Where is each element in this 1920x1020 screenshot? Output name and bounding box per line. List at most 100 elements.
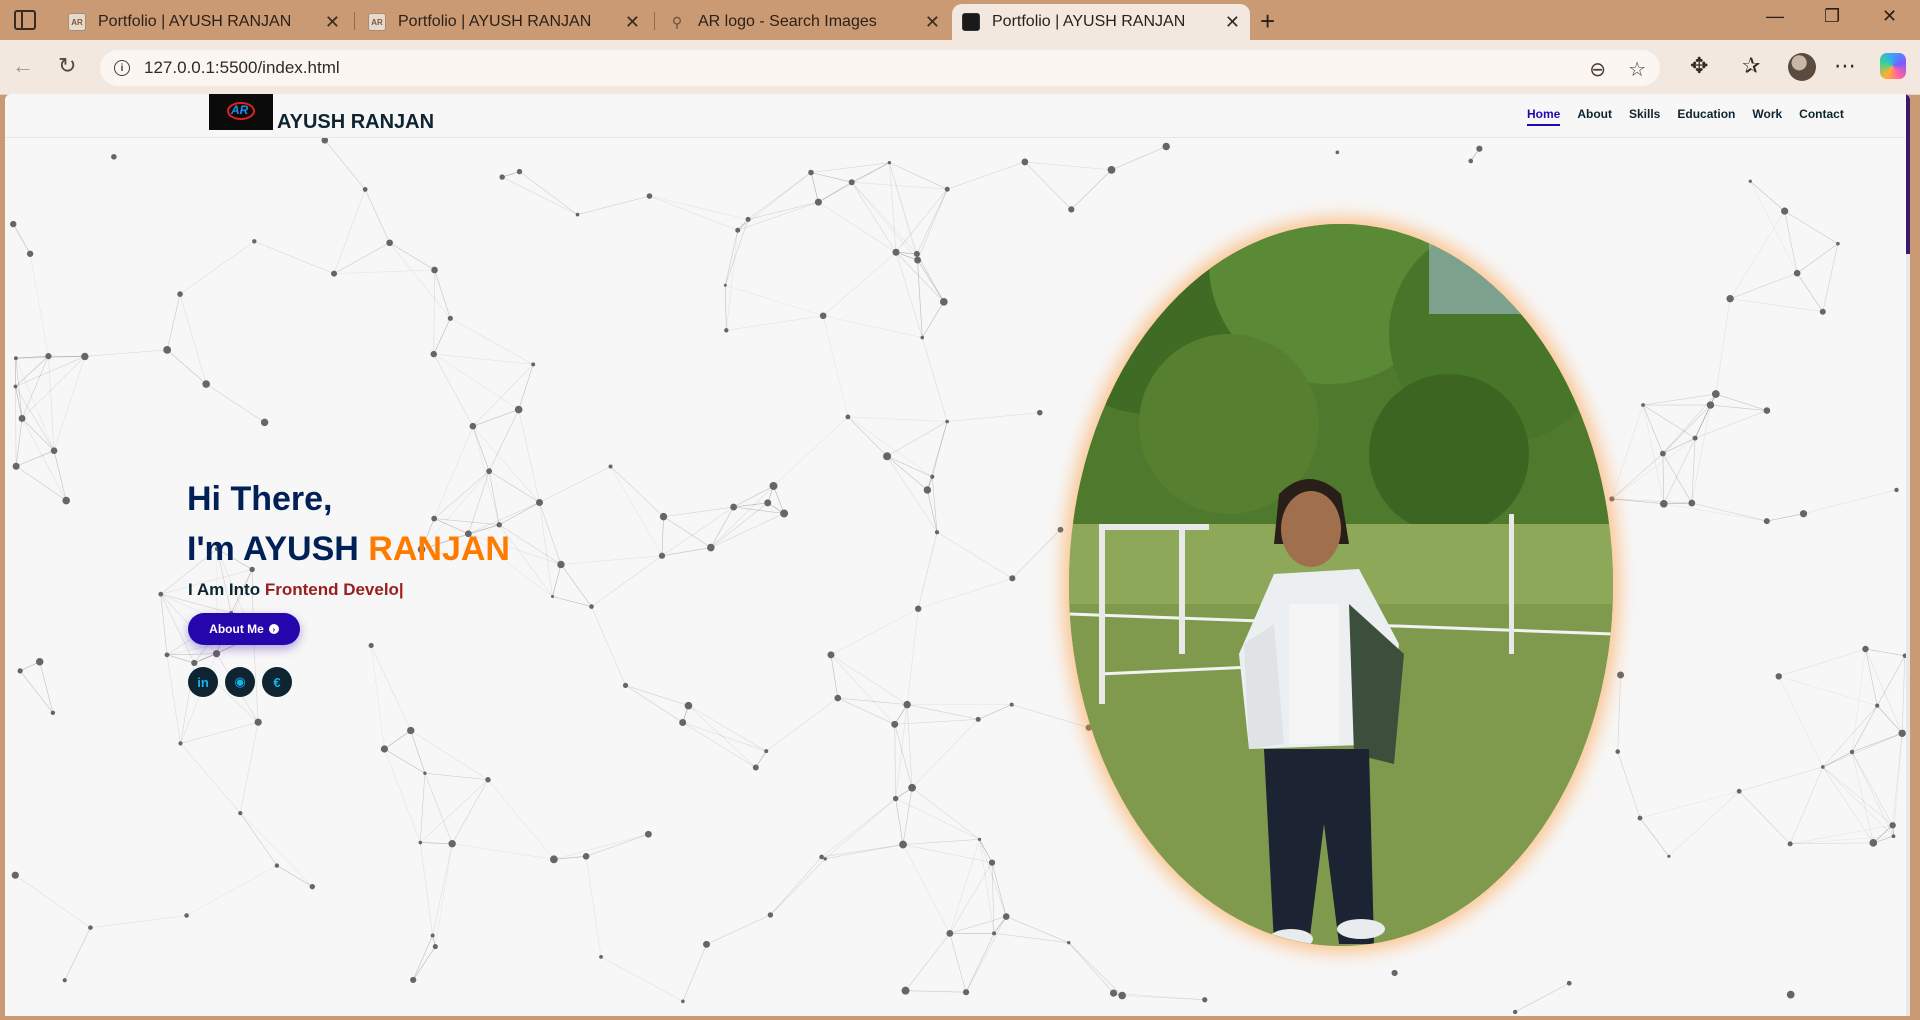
profile-avatar[interactable]: [1788, 53, 1816, 81]
close-icon[interactable]: ✕: [1225, 12, 1240, 33]
network-node: [430, 933, 435, 938]
network-node: [923, 486, 932, 494]
ar-logo-icon: AR: [68, 13, 86, 31]
network-node: [1891, 834, 1896, 839]
nav-education[interactable]: Education: [1677, 107, 1735, 126]
network-node: [679, 719, 687, 727]
window-close-icon[interactable]: ✕: [1882, 6, 1897, 27]
nav-work[interactable]: Work: [1752, 107, 1782, 126]
logo-text: AR: [231, 103, 249, 117]
network-node: [769, 481, 778, 490]
brand-name[interactable]: AYUSH RANJAN: [277, 111, 434, 134]
github-icon[interactable]: ◉: [225, 667, 255, 697]
url-text[interactable]: 127.0.0.1:5500/index.html: [144, 58, 340, 78]
network-node: [903, 700, 911, 709]
network-node: [752, 764, 759, 771]
network-node: [975, 716, 981, 722]
network-node: [158, 591, 164, 597]
typed-text: Frontend Develo|: [264, 580, 404, 599]
network-node: [780, 509, 789, 518]
network-node: [988, 859, 996, 866]
network-node: [930, 474, 935, 479]
more-options-icon[interactable]: ⋯: [1834, 53, 1856, 79]
network-node: [944, 186, 950, 192]
network-node: [1615, 749, 1621, 754]
about-me-button[interactable]: About Me ›: [188, 613, 300, 645]
favorites-icon[interactable]: ✰: [1742, 53, 1760, 79]
nav-skills[interactable]: Skills: [1629, 107, 1660, 126]
network-node: [940, 298, 948, 306]
network-node: [418, 840, 423, 845]
site-logo[interactable]: AR: [209, 94, 273, 130]
minimize-icon[interactable]: —: [1766, 6, 1784, 27]
network-node: [1036, 409, 1043, 416]
network-node: [485, 777, 491, 783]
network-node: [1202, 997, 1208, 1003]
network-node: [1566, 980, 1572, 986]
network-node: [1836, 241, 1840, 246]
nav-contact[interactable]: Contact: [1799, 107, 1844, 126]
site-info-icon[interactable]: i: [114, 60, 130, 76]
intro-line: I'm AYUSH RANJAN: [187, 524, 510, 574]
close-icon[interactable]: ✕: [325, 12, 340, 33]
network-node: [1617, 671, 1625, 679]
profile-photo: [1069, 224, 1613, 946]
nav-home[interactable]: Home: [1527, 107, 1561, 126]
browser-tab-4-active[interactable]: Portfolio | AYUSH RANJAN ✕: [952, 4, 1250, 40]
url-field[interactable]: i 127.0.0.1:5500/index.html ⊖ ☆: [100, 50, 1660, 86]
scrollbar-thumb[interactable]: [1906, 94, 1910, 254]
dev-icon[interactable]: €: [262, 667, 292, 697]
close-icon[interactable]: ✕: [625, 12, 640, 33]
new-tab-icon[interactable]: +: [1260, 6, 1275, 37]
extensions-icon[interactable]: ✥: [1690, 53, 1708, 79]
network-node: [582, 853, 590, 860]
copilot-icon[interactable]: [1880, 53, 1906, 79]
network-node: [1781, 207, 1789, 215]
linkedin-icon[interactable]: in: [188, 667, 218, 697]
network-node: [1667, 854, 1671, 858]
restore-icon[interactable]: ❐: [1824, 6, 1840, 27]
network-node: [735, 227, 741, 233]
close-icon[interactable]: ✕: [925, 12, 940, 33]
network-node: [50, 710, 56, 715]
network-node: [684, 701, 693, 710]
network-node: [184, 913, 189, 918]
network-node: [62, 496, 71, 505]
network-node: [707, 543, 715, 552]
network-node: [945, 419, 949, 424]
network-node: [1391, 969, 1398, 977]
reload-icon[interactable]: ↻: [58, 53, 76, 79]
site-nav: Home About Skills Education Work Contact: [1527, 107, 1861, 126]
ar-logo-icon: AR: [368, 13, 386, 31]
network-node: [274, 863, 280, 868]
back-icon[interactable]: ←: [12, 53, 34, 79]
browser-tab-1[interactable]: AR Portfolio | AYUSH RANJAN ✕: [58, 4, 350, 40]
network-node: [177, 291, 183, 297]
network-node: [331, 270, 338, 277]
network-node: [644, 830, 652, 838]
network-node: [1763, 407, 1771, 414]
network-node: [934, 530, 940, 535]
network-node: [62, 978, 67, 983]
nav-about[interactable]: About: [1577, 107, 1612, 126]
network-node: [164, 652, 170, 658]
network-node: [845, 414, 851, 420]
favorite-star-icon[interactable]: ☆: [1628, 57, 1646, 82]
network-node: [1862, 645, 1869, 653]
network-node: [823, 857, 827, 861]
network-node: [992, 931, 997, 936]
network-node: [891, 720, 899, 728]
network-node: [1787, 841, 1793, 847]
browser-tab-3[interactable]: ⚲ AR logo - Search Images ✕: [658, 4, 950, 40]
zoom-icon[interactable]: ⊖: [1589, 57, 1606, 82]
network-node: [819, 854, 824, 860]
tab-actions-icon[interactable]: [14, 10, 36, 30]
network-node: [1821, 765, 1825, 769]
ar-logo-icon: [962, 13, 980, 31]
network-node: [1819, 308, 1826, 315]
browser-tab-2[interactable]: AR Portfolio | AYUSH RANJAN ✕: [358, 4, 650, 40]
network-node: [163, 345, 172, 354]
page-scrollbar[interactable]: [1906, 94, 1910, 1016]
network-node: [380, 745, 389, 753]
network-node: [827, 651, 835, 659]
